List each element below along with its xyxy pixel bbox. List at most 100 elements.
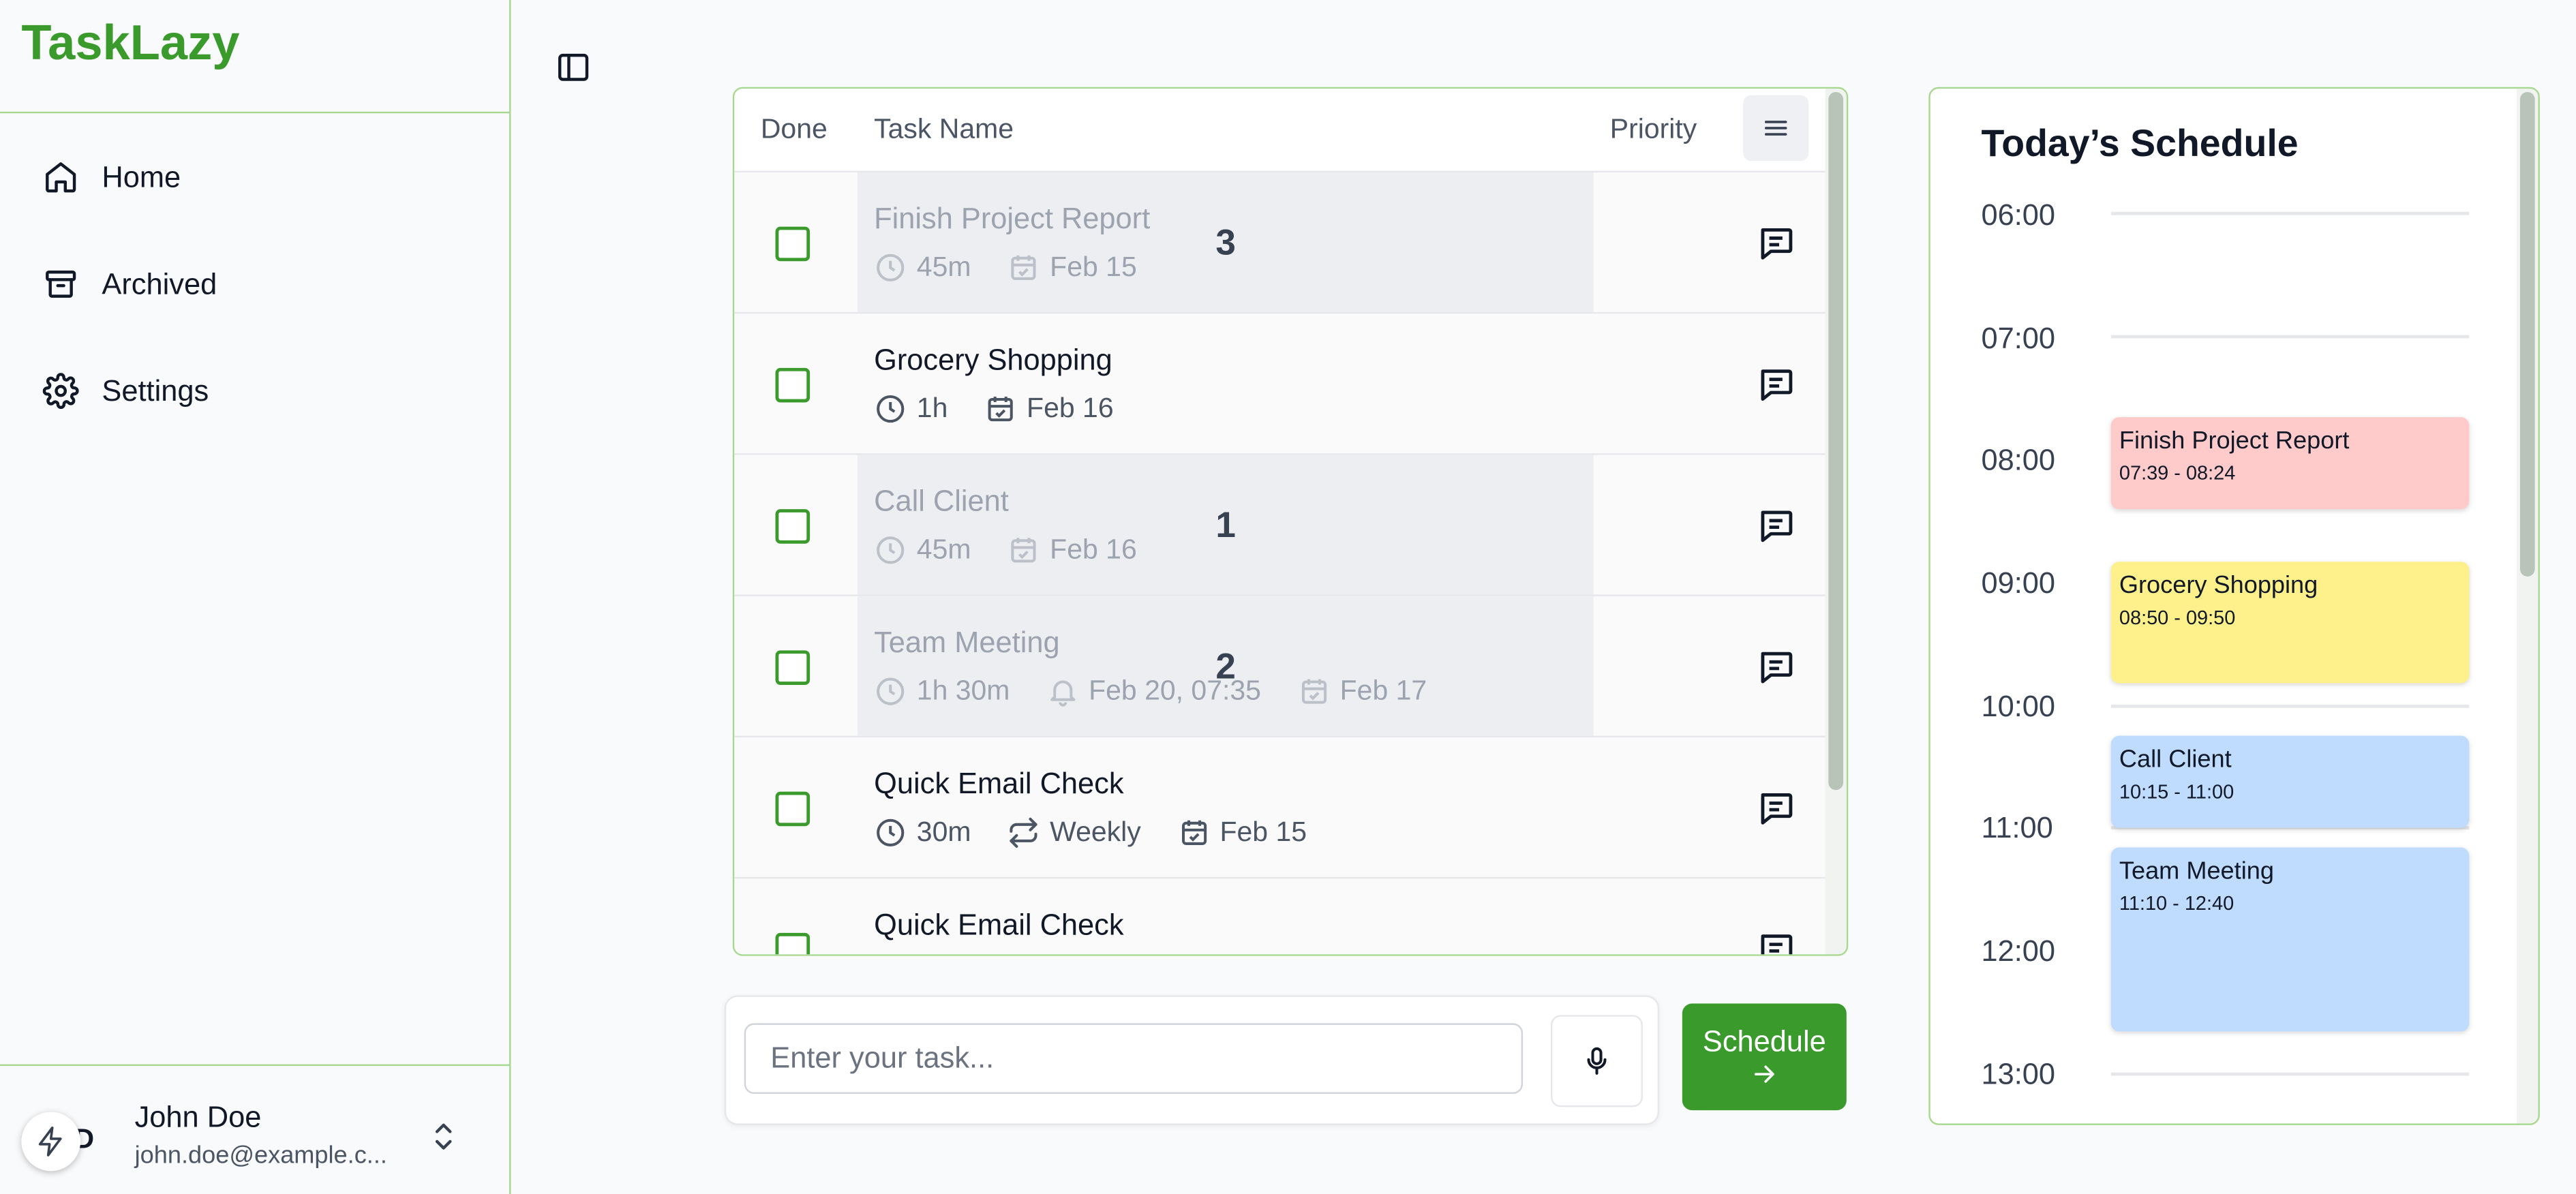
comment-icon[interactable] [1756,224,1795,263]
schedule-event[interactable]: Grocery Shopping 08:50 - 09:50 [2110,562,2470,684]
microphone-icon [1587,1047,1607,1075]
lightning-icon [38,1127,62,1157]
hour-label: 10:00 [1981,690,2056,723]
task-due-date: Feb 15 [1219,816,1307,848]
task-table-scrollbar[interactable] [1825,89,1847,955]
sidebar: TaskLazy Home Archived Settings D John D… [0,0,511,1194]
calendar-check-icon [1181,820,1206,845]
comment-icon[interactable] [1756,365,1795,404]
task-composer [724,995,1660,1125]
task-name: Call Client [874,484,1009,518]
clock-icon [877,536,905,564]
schedule-scrollbar[interactable] [2517,89,2539,1124]
archive-icon [46,271,76,298]
sidebar-item-label: Settings [102,373,209,407]
task-repeat: Weekly [1050,816,1141,848]
schedule-title: Today’s Schedule [1981,121,2299,165]
task-name: Team Meeting [874,626,1060,659]
task-duration: 1h 30m [916,675,1010,707]
table-header: Done Task Name Priority [734,89,1825,173]
schedule-event[interactable]: Finish Project Report 07:39 - 08:24 [2110,417,2470,510]
comment-icon[interactable] [1756,930,1795,956]
task-input[interactable] [744,1023,1524,1094]
done-checkbox[interactable] [775,650,810,685]
table-row[interactable]: Finish Project Report 45m Feb 15 3 [734,172,1825,314]
scrollbar-thumb[interactable] [2519,91,2535,577]
hour-label: 07:00 [1981,322,2056,355]
task-due-date: Feb 17 [1339,675,1427,707]
divider [0,1064,510,1067]
divider [0,111,510,114]
hour-label: 06:00 [1981,198,2056,232]
comment-icon[interactable] [1756,789,1795,828]
calendar-check-icon [1301,679,1327,704]
task-meta: 1h Feb 16 [874,393,1114,425]
scrollbar-thumb[interactable] [1828,91,1844,791]
hour-label: 12:00 [1981,934,2056,968]
sidebar-toggle-icon[interactable] [556,49,592,85]
hour-label: 08:00 [1981,443,2056,476]
hour-line [2110,704,2470,708]
column-done: Done [760,113,828,145]
done-checkbox[interactable] [775,509,810,544]
column-task-name: Task Name [874,113,1014,145]
clock-icon [877,395,905,423]
sidebar-item-settings[interactable]: Settings [42,373,209,410]
task-due-date: Feb 16 [1027,392,1114,424]
schedule-event[interactable]: Team Meeting 11:10 - 12:40 [2110,847,2470,1032]
task-duration: 45m [916,534,971,566]
schedule-button-label: Schedule [1702,1024,1826,1058]
table-menu-button[interactable] [1743,95,1809,162]
sidebar-item-archived[interactable]: Archived [43,266,217,302]
user-menu[interactable]: D John Doe john.doe@example.c... [0,1068,509,1194]
event-time: 07:39 - 08:24 [2119,461,2236,485]
task-name: Quick Email Check [874,908,1124,941]
table-row[interactable]: Grocery Shopping 1h Feb 16 [734,313,1825,455]
schedule-panel: Today’s Schedule 06:00 07:00 08:00 09:00… [1928,87,2540,1125]
gear-icon [42,373,79,410]
sidebar-item-label: Home [102,159,181,194]
sidebar-item-home[interactable]: Home [43,159,181,196]
done-checkbox[interactable] [775,226,810,262]
comment-icon[interactable] [1756,647,1795,687]
task-duration: 45m [916,251,971,283]
hour-line [2110,1072,2470,1076]
event-time: 11:10 - 12:40 [2119,891,2234,915]
table-row[interactable]: Quick Email Check 30m Weekly Feb 15 [734,737,1825,879]
task-name: Quick Email Check [874,767,1124,800]
event-title: Team Meeting [2119,857,2274,885]
clock-icon [877,677,905,705]
voice-input-button[interactable] [1551,1015,1643,1107]
done-checkbox[interactable] [775,367,810,403]
hour-label: 09:00 [1981,566,2056,600]
calendar-check-icon [1011,538,1036,563]
sidebar-item-label: Archived [102,266,217,300]
done-checkbox[interactable] [775,791,810,827]
clock-icon [877,254,905,281]
column-priority: Priority [1609,113,1697,145]
calendar-check-icon [1011,255,1036,280]
avatar[interactable] [21,1112,81,1172]
schedule-event[interactable]: Call Client 10:15 - 11:00 [2110,735,2470,828]
task-meta: 45m Feb 16 [874,534,1137,566]
task-meta: 45m Feb 15 [874,251,1137,284]
brand-logo[interactable]: TaskLazy [21,16,239,72]
comment-icon[interactable] [1756,506,1795,545]
task-name: Grocery Shopping [874,343,1112,376]
home-icon [46,162,76,193]
event-title: Finish Project Report [2119,427,2350,455]
menu-icon [1764,121,1787,136]
schedule-button[interactable]: Schedule [1682,1003,1847,1111]
event-title: Call Client [2119,746,2232,774]
schedule-order: 1 [1215,504,1236,546]
clock-icon [877,818,905,846]
chevron-up-down-icon[interactable] [430,1120,457,1153]
hour-label: 11:00 [1981,811,2053,844]
task-table: Done Task Name Priority Finish Project R… [732,87,1849,956]
task-duration: 30m [916,816,971,848]
table-row[interactable]: Call Client 45m Feb 16 1 [734,455,1825,596]
table-row[interactable]: Quick Email Check [734,878,1825,955]
table-row[interactable]: Team Meeting 1h 30m Feb 20, 07:35 Feb 17… [734,596,1825,738]
done-checkbox[interactable] [775,932,810,955]
hour-label: 13:00 [1981,1058,2056,1091]
